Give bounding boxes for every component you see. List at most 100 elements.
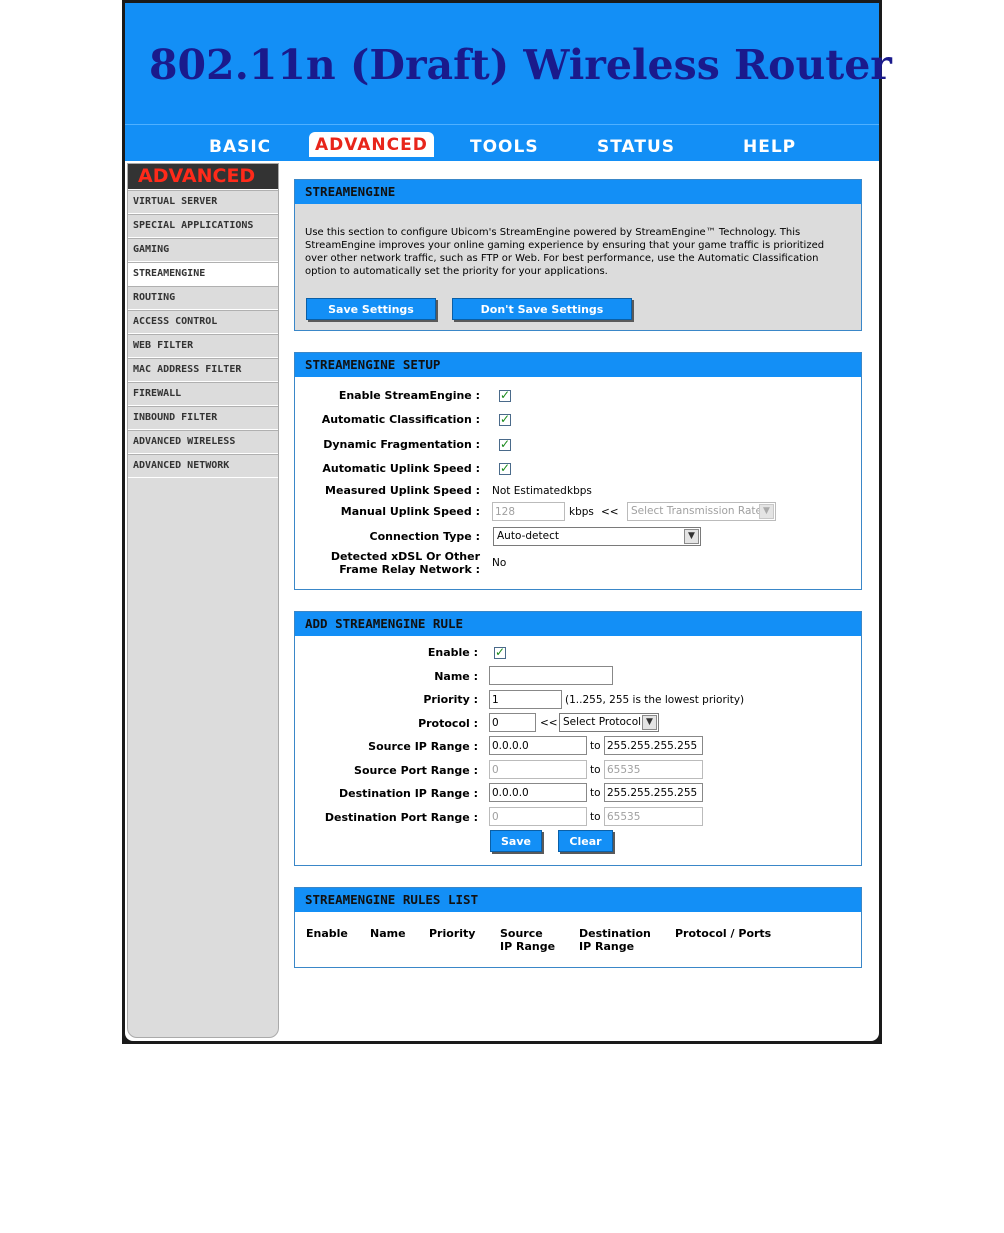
manual-uplink-speed-label: Manual Uplink Speed : [340, 505, 480, 518]
sidebar-item-firewall[interactable]: FIREWALL [128, 382, 278, 406]
source-ip-to-label: to [590, 740, 601, 752]
rule-clear-button[interactable]: Clear [558, 830, 613, 852]
connection-type-value: Auto-detect [497, 530, 559, 542]
protocol-select-value: Select Protocol [563, 716, 642, 728]
save-settings-button[interactable]: Save Settings [306, 298, 436, 320]
column-header-destination: Destination IP Range [579, 927, 651, 953]
enable-streamengine-label: Enable StreamEngine : [338, 389, 480, 402]
xdsl-value: No [492, 557, 507, 569]
dynamic-fragmentation-checkbox[interactable] [499, 437, 511, 451]
manual-uplink-speed-input[interactable] [492, 502, 565, 521]
tab-basic[interactable]: BASIC [209, 137, 271, 157]
rule-protocol-arrow: << [540, 717, 558, 729]
xdsl-label: Detected xDSL Or Other Frame Relay Netwo… [331, 550, 480, 576]
column-header-priority: Priority [429, 927, 476, 940]
section-heading: STREAMENGINE SETUP [295, 353, 861, 377]
banner: 802.11n (Draft) Wireless Router [125, 3, 892, 124]
rule-protocol-input[interactable] [489, 713, 536, 732]
sidebar-item-virtual-server[interactable]: VIRTUAL SERVER [128, 190, 278, 214]
destination-port-to-input[interactable] [604, 807, 703, 826]
streamengine-setup-panel: STREAMENGINE SETUP Enable StreamEngine :… [294, 352, 862, 590]
destination-ip-to-label: to [590, 787, 601, 799]
source-port-from-input[interactable] [489, 760, 587, 779]
manual-uplink-arrow: << [601, 506, 619, 518]
chevron-down-icon: ▼ [759, 504, 774, 519]
source-ip-from-input[interactable] [489, 736, 587, 755]
xdsl-label-line-1: Detected xDSL Or Other [330, 550, 480, 563]
streamengine-intro-panel: STREAMENGINE Use this section to configu… [294, 179, 862, 331]
transmission-rate-value: Select Transmission Rate [631, 505, 762, 517]
measured-uplink-unit: kbps [567, 485, 592, 497]
source-ip-range-label: Source IP Range : [368, 740, 478, 753]
chevron-down-icon: ▼ [642, 715, 657, 730]
chevron-down-icon: ▼ [684, 529, 699, 544]
rule-name-label: Name : [434, 670, 478, 683]
sidebar-item-streamengine[interactable]: STREAMENGINE [128, 262, 278, 286]
column-header-destination-line-1: Destination [579, 927, 651, 940]
destination-port-range-label: Destination Port Range : [324, 811, 478, 824]
destination-port-to-label: to [590, 811, 601, 823]
column-header-protocol-ports: Protocol / Ports [675, 927, 772, 940]
column-header-enable: Enable [306, 927, 348, 940]
sidebar: ADVANCED VIRTUAL SERVER SPECIAL APPLICAT… [127, 163, 279, 1038]
section-heading: STREAMENGINE RULES LIST [295, 888, 861, 912]
measured-uplink-speed-value: Not Estimated [492, 485, 567, 497]
streamengine-rules-list-panel: STREAMENGINE RULES LIST Enable Name Prio… [294, 887, 862, 968]
measured-uplink-speed-label: Measured Uplink Speed : [325, 484, 480, 497]
add-streamengine-rule-panel: ADD STREAMENGINE RULE Enable : Name : Pr… [294, 611, 862, 866]
section-heading: STREAMENGINE [295, 180, 861, 204]
tab-status[interactable]: STATUS [597, 137, 675, 157]
dont-save-settings-button[interactable]: Don't Save Settings [452, 298, 632, 320]
sidebar-item-routing[interactable]: ROUTING [128, 286, 278, 310]
auto-uplink-speed-label: Automatic Uplink Speed : [322, 462, 480, 475]
column-header-name: Name [370, 927, 406, 940]
source-port-to-input[interactable] [604, 760, 703, 779]
enable-streamengine-checkbox[interactable] [499, 388, 511, 402]
intro-description: Use this section to configure Ubicom's S… [305, 227, 825, 277]
sidebar-item-inbound-filter[interactable]: INBOUND FILTER [128, 406, 278, 430]
destination-ip-from-input[interactable] [489, 783, 587, 802]
sidebar-item-advanced-network[interactable]: ADVANCED NETWORK [128, 454, 278, 478]
sidebar-item-mac-address-filter[interactable]: MAC ADDRESS FILTER [128, 358, 278, 382]
rule-name-input[interactable] [489, 666, 613, 685]
rule-priority-label: Priority : [423, 693, 478, 706]
section-heading: ADD STREAMENGINE RULE [295, 612, 861, 636]
rule-priority-input[interactable] [489, 690, 562, 709]
column-header-destination-line-2: IP Range [579, 940, 635, 953]
connection-type-label: Connection Type : [369, 530, 480, 543]
dynamic-fragmentation-label: Dynamic Fragmentation : [323, 438, 480, 451]
source-ip-to-input[interactable] [604, 736, 703, 755]
rule-priority-hint: (1..255, 255 is the lowest priority) [565, 694, 745, 706]
source-port-range-label: Source Port Range : [354, 764, 478, 777]
top-nav: BASIC ADVANCED TOOLS STATUS HELP [125, 124, 879, 162]
auto-uplink-speed-checkbox[interactable] [499, 461, 511, 475]
column-header-source: Source IP Range [500, 927, 555, 953]
tab-tools[interactable]: TOOLS [470, 137, 539, 157]
connection-type-select[interactable]: Auto-detect ▼ [493, 527, 701, 546]
rule-protocol-label: Protocol : [418, 717, 478, 730]
sidebar-item-advanced-wireless[interactable]: ADVANCED WIRELESS [128, 430, 278, 454]
sidebar-item-special-applications[interactable]: SPECIAL APPLICATIONS [128, 214, 278, 238]
protocol-select[interactable]: Select Protocol ▼ [559, 713, 659, 732]
auto-classification-checkbox[interactable] [499, 412, 511, 426]
tab-help[interactable]: HELP [743, 137, 796, 157]
destination-ip-to-input[interactable] [604, 783, 703, 802]
rule-enable-checkbox[interactable] [494, 645, 506, 659]
column-header-source-line-2: IP Range [500, 940, 556, 953]
sidebar-item-web-filter[interactable]: WEB FILTER [128, 334, 278, 358]
rule-enable-label: Enable : [427, 646, 478, 659]
xdsl-label-line-2: Frame Relay Network : [339, 563, 480, 576]
rule-save-button[interactable]: Save [490, 830, 542, 852]
column-header-source-line-1: Source [500, 927, 543, 940]
sidebar-item-access-control[interactable]: ACCESS CONTROL [128, 310, 278, 334]
transmission-rate-select[interactable]: Select Transmission Rate ▼ [627, 502, 776, 521]
router-title: 802.11n (Draft) Wireless Router [149, 41, 892, 89]
destination-ip-range-label: Destination IP Range : [339, 787, 478, 800]
destination-port-from-input[interactable] [489, 807, 587, 826]
sidebar-heading: ADVANCED [128, 164, 278, 190]
sidebar-item-gaming[interactable]: GAMING [128, 238, 278, 262]
source-port-to-label: to [590, 764, 601, 776]
manual-uplink-unit: kbps [569, 506, 594, 518]
auto-classification-label: Automatic Classification : [321, 413, 480, 426]
tab-advanced[interactable]: ADVANCED [309, 132, 434, 157]
